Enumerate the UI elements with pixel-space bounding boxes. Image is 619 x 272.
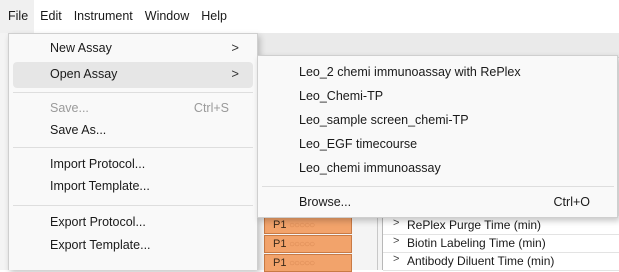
chevron-right-icon: > [231,40,239,55]
plate-row[interactable]: P1 ○○○○○ [264,216,352,234]
export-template-menu-item[interactable]: Export Template... [13,233,253,259]
menu-item-label: Leo_chemi immunoassay [299,161,441,175]
protocol-steps-list: > RePlex Purge Time (min) > Biotin Label… [377,216,619,271]
plate-row[interactable]: P1 ○○○○○ [264,235,352,253]
menu-edit[interactable]: Edit [34,0,68,33]
plate-row-label: P1 [273,257,287,269]
import-template-menu-item[interactable]: Import Template... [13,174,253,200]
menu-item-label: Open Assay [50,67,118,81]
menu-bar: File Edit Instrument Window Help [0,0,619,33]
chevron-right-icon[interactable]: > [393,235,399,247]
file-menu: New Assay > Open Assay > Save... Ctrl+S … [8,33,258,270]
list-item[interactable]: > RePlex Purge Time (min) [383,216,619,235]
well-circles-icon: ○○○○○ [289,220,315,231]
menu-item-label: Import Protocol... [50,157,146,171]
menu-item-label: Leo_EGF timecourse [299,137,418,151]
list-item[interactable]: > Antibody Diluent Time (min) [383,252,619,271]
open-assay-submenu: Leo_2 chemi immunoassay with RePlex Leo_… [257,55,618,218]
menu-item-label: Leo_sample screen_chemi-TP [299,113,469,127]
menu-separator [13,147,253,148]
list-item-label: RePlex Purge Time (min) [407,218,542,232]
save-as-menu-item[interactable]: Save As... [13,118,253,144]
recent-assay-item[interactable]: Leo_sample screen_chemi-TP [262,108,614,134]
menu-item-shortcut: Ctrl+S [193,101,229,115]
browse-menu-item[interactable]: Browse... Ctrl+O [262,190,614,216]
menu-item-label: Leo_Chemi-TP [299,89,384,103]
menu-item-label: Save... [50,101,89,115]
menu-item-label: Import Template... [50,179,150,193]
menu-file[interactable]: File [0,0,35,33]
list-item-label: Biotin Labeling Time (min) [407,236,546,250]
well-circles-icon: ○○○○○ [289,258,315,269]
recent-assay-item[interactable]: Leo_EGF timecourse [262,132,614,158]
menu-separator [262,186,614,187]
menu-help[interactable]: Help [195,0,233,33]
menu-window[interactable]: Window [139,0,195,33]
new-assay-menu-item[interactable]: New Assay > [13,36,253,62]
recent-assay-item[interactable]: Leo_Chemi-TP [262,84,614,110]
list-item[interactable]: > Biotin Labeling Time (min) [383,234,619,253]
plate-row-label: P1 [273,219,287,231]
recent-assay-item[interactable]: Leo_2 chemi immunoassay with RePlex [262,60,614,86]
plate-row[interactable]: P1 ○○○○○ [264,254,352,272]
menu-instrument[interactable]: Instrument [68,0,139,33]
recent-assay-item[interactable]: Leo_chemi immunoassay [262,156,614,182]
menu-item-label: Leo_2 chemi immunoassay with RePlex [299,65,521,79]
plate-grid: P1 ○○○○○ P1 ○○○○○ P1 ○○○○○ [264,216,354,272]
plate-row-label: P1 [273,238,287,250]
chevron-right-icon: > [231,66,239,81]
menu-item-label: Browse... [299,195,352,209]
menu-item-label: New Assay [50,41,112,55]
menu-separator [13,92,253,93]
menu-item-label: Export Protocol... [50,215,146,229]
chevron-right-icon[interactable]: > [393,253,399,265]
menu-item-label: Save As... [50,123,107,137]
menu-separator [13,205,253,206]
menu-item-label: Export Template... [50,238,151,252]
chevron-right-icon[interactable]: > [393,217,399,229]
open-assay-menu-item[interactable]: Open Assay > [13,62,253,88]
well-circles-icon: ○○○○○ [289,239,315,250]
list-item-label: Antibody Diluent Time (min) [407,254,555,268]
menu-item-shortcut: Ctrl+O [553,195,590,209]
